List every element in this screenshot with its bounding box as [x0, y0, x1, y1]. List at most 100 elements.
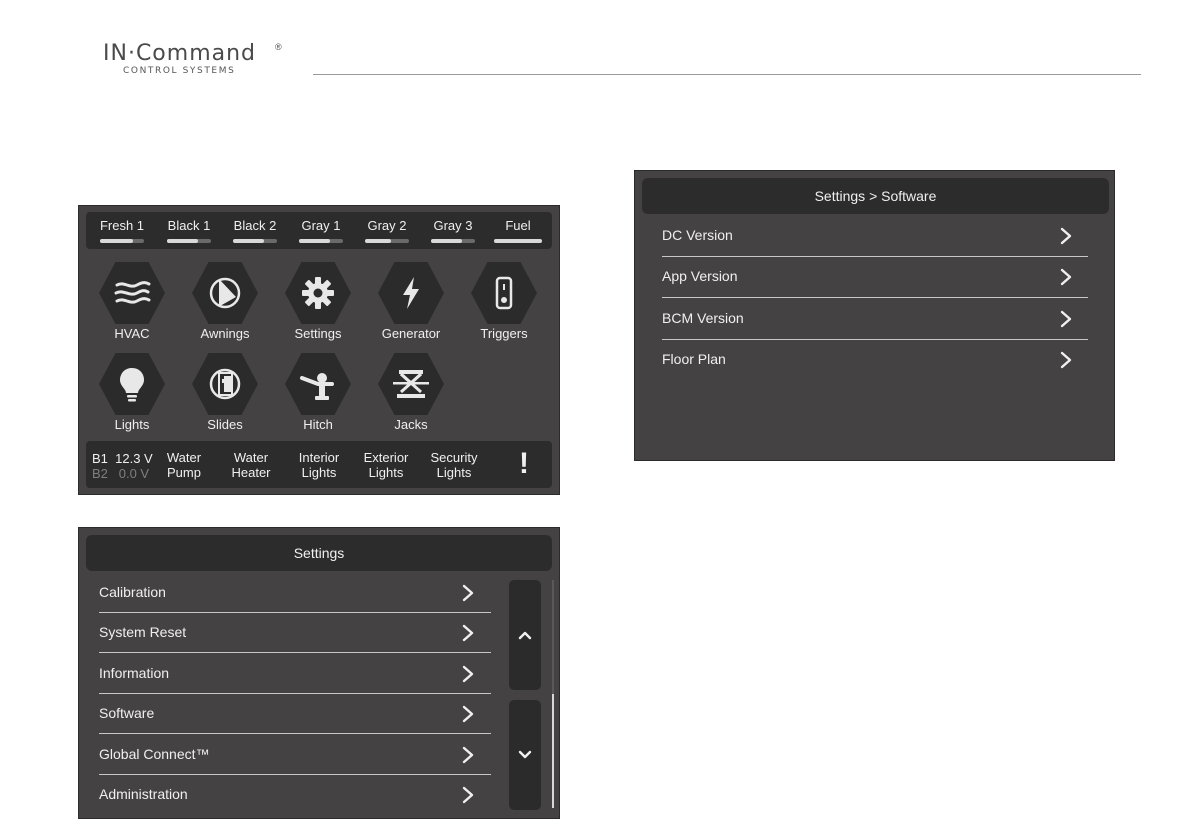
- row-divider: [99, 733, 491, 734]
- row-label: Floor Plan: [662, 351, 726, 367]
- button-label-line2: Lights: [436, 465, 472, 480]
- app-awnings[interactable]: Awnings: [183, 262, 267, 346]
- tank-gauge: [299, 239, 343, 243]
- software-item-dc-version[interactable]: DC Version: [662, 216, 1088, 257]
- chevron-right-icon: [462, 665, 474, 683]
- battery-status: B1 12.3 V B2 0.0 V: [92, 451, 153, 481]
- app-label: Hitch: [303, 417, 333, 432]
- tank-black-1[interactable]: Black 1: [157, 212, 221, 249]
- chevron-up-icon: [518, 631, 532, 640]
- chevron-right-icon: [462, 786, 474, 804]
- software-title-bar: Settings > Software: [642, 178, 1109, 214]
- tank-label: Black 1: [167, 218, 211, 233]
- settings-item-software[interactable]: Software: [99, 694, 491, 734]
- screen-title: Settings: [293, 545, 345, 561]
- tank-gauge: [100, 239, 144, 243]
- tank-label: Fresh 1: [99, 218, 145, 233]
- app-label: Settings: [294, 326, 342, 341]
- row-label: Administration: [99, 786, 188, 802]
- button-label-line2: Lights: [368, 465, 404, 480]
- app-hitch[interactable]: Hitch: [276, 353, 360, 437]
- app-label: Slides: [207, 417, 243, 432]
- tank-level-bar: Fresh 1 Black 1 Black 2 Gray 1 Gray 2 Gr…: [86, 212, 552, 249]
- settings-item-system-reset[interactable]: System Reset: [99, 613, 491, 653]
- chevron-right-icon: [1060, 351, 1072, 369]
- alert-icon[interactable]: !: [514, 447, 534, 481]
- button-label-line1: Water: [233, 450, 269, 465]
- software-settings-screen: Settings > Software DC Version App Versi…: [634, 170, 1115, 461]
- row-label: Calibration: [99, 584, 166, 600]
- tank-gauge-fill: [100, 239, 133, 243]
- app-label: Triggers: [480, 326, 528, 341]
- settings-item-administration[interactable]: Administration: [99, 775, 491, 815]
- tank-gauge-fill: [233, 239, 264, 243]
- app-hvac[interactable]: HVAC: [90, 262, 174, 346]
- settings-screen: Settings Calibration System Reset Inform…: [78, 527, 560, 819]
- software-item-app-version[interactable]: App Version: [662, 257, 1088, 298]
- row-label: Software: [99, 705, 155, 721]
- chevron-right-icon: [462, 746, 474, 764]
- tank-gauge: [494, 239, 542, 243]
- row-label: Global Connect™: [99, 746, 210, 762]
- app-label: Awnings: [200, 326, 250, 341]
- row-divider: [99, 652, 491, 653]
- row-label: DC Version: [662, 227, 733, 243]
- tank-gray-3[interactable]: Gray 3: [421, 212, 485, 249]
- app-hex: [285, 353, 351, 415]
- scroll-up-button[interactable]: [509, 580, 541, 690]
- tank-gauge: [233, 239, 277, 243]
- battery-1-voltage: 12.3 V: [115, 451, 153, 466]
- tank-gray-1[interactable]: Gray 1: [289, 212, 353, 249]
- app-jacks[interactable]: Jacks: [369, 353, 453, 437]
- settings-item-global-connect[interactable]: Global Connect™: [99, 735, 491, 775]
- tank-gauge-fill: [494, 239, 542, 243]
- water-pump-button[interactable]: Water Pump: [152, 450, 216, 480]
- tank-gray-2[interactable]: Gray 2: [355, 212, 419, 249]
- app-hex: [192, 353, 258, 415]
- battery-2-voltage: 0.0 V: [118, 466, 150, 481]
- app-lights[interactable]: Lights: [90, 353, 174, 437]
- tank-gauge: [431, 239, 475, 243]
- tank-fuel[interactable]: Fuel: [488, 212, 548, 249]
- tank-gauge-fill: [365, 239, 392, 243]
- tank-black-2[interactable]: Black 2: [223, 212, 287, 249]
- app-slides[interactable]: Slides: [183, 353, 267, 437]
- button-label-line2: Pump: [167, 465, 201, 480]
- gear-icon: [302, 277, 334, 309]
- app-generator[interactable]: Generator: [369, 262, 453, 346]
- button-label-line1: Water: [166, 450, 202, 465]
- button-label-line2: Lights: [301, 465, 337, 480]
- software-item-bcm-version[interactable]: BCM Version: [662, 299, 1088, 340]
- tank-label: Gray 2: [367, 218, 407, 233]
- awning-icon: [209, 277, 241, 309]
- app-hex: [378, 353, 444, 415]
- tank-gauge-fill: [167, 239, 198, 243]
- quick-control-bar: B1 12.3 V B2 0.0 V Water Pump Water Heat…: [86, 441, 552, 488]
- app-label: Lights: [114, 417, 150, 432]
- scroll-down-button[interactable]: [509, 700, 541, 810]
- water-heater-button[interactable]: Water Heater: [219, 450, 283, 480]
- button-label-line1: Exterior: [363, 450, 409, 465]
- tank-gauge: [365, 239, 409, 243]
- tank-fresh-1[interactable]: Fresh 1: [90, 212, 154, 249]
- screen-title: Settings > Software: [814, 188, 937, 204]
- security-lights-button[interactable]: Security Lights: [422, 450, 486, 480]
- exterior-lights-button[interactable]: Exterior Lights: [354, 450, 418, 480]
- interior-lights-button[interactable]: Interior Lights: [287, 450, 351, 480]
- lightbulb-icon: [120, 368, 144, 402]
- button-label-line1: Security: [430, 450, 478, 465]
- scrollbar-thumb[interactable]: [552, 694, 554, 808]
- brand-logo: IN·Command ® CONTROL SYSTEMS: [103, 42, 293, 82]
- app-triggers[interactable]: Triggers: [462, 262, 546, 346]
- software-item-floor-plan[interactable]: Floor Plan: [662, 340, 1088, 381]
- row-divider: [662, 297, 1088, 298]
- brand-registered-mark: ®: [275, 42, 282, 52]
- settings-item-calibration[interactable]: Calibration: [99, 573, 491, 613]
- app-hex: [99, 353, 165, 415]
- hvac-icon: [114, 281, 151, 304]
- jack-icon: [393, 370, 429, 398]
- settings-item-information[interactable]: Information: [99, 654, 491, 694]
- app-settings[interactable]: Settings: [276, 262, 360, 346]
- battery-1-label: B1: [92, 451, 108, 466]
- row-label: App Version: [662, 268, 738, 284]
